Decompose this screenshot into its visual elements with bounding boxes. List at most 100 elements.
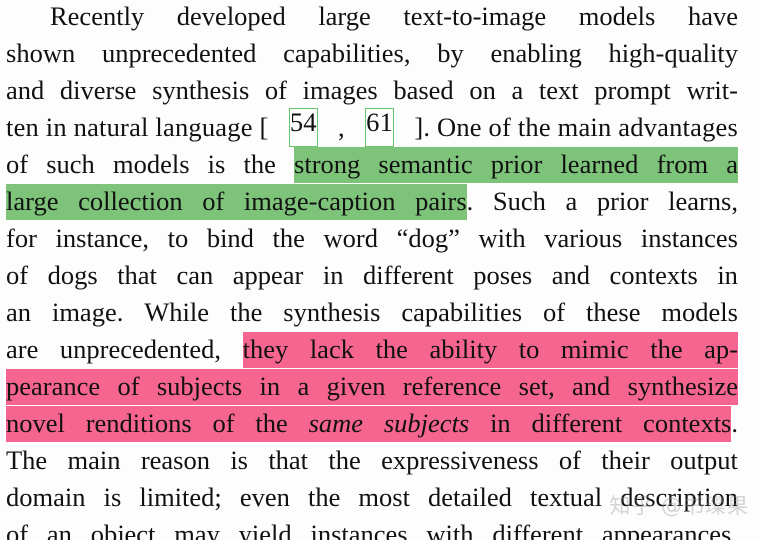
- word: appear: [232, 260, 304, 290]
- word: with: [426, 519, 474, 540]
- green-highlight-part-1: strong semantic prior learned from a: [294, 147, 739, 183]
- word: instances: [640, 223, 738, 253]
- word: in: [717, 260, 738, 290]
- word: main: [67, 445, 121, 475]
- word: poses: [473, 260, 533, 290]
- word: “dog”: [396, 223, 460, 253]
- word: image.: [51, 297, 124, 327]
- word: bind: [206, 223, 254, 253]
- word: text: [538, 75, 579, 105]
- word: enabling: [490, 38, 582, 68]
- word: of: [264, 75, 287, 105]
- word: and: [6, 75, 45, 105]
- word: contexts: [609, 260, 698, 290]
- word: prompt: [594, 75, 671, 105]
- word: large: [318, 1, 371, 31]
- text-line-6: large collection of image-caption pairs.…: [6, 183, 738, 220]
- word: with: [478, 223, 526, 253]
- text-line-10: are unprecedented, they lack the ability…: [6, 331, 738, 368]
- word: their: [601, 445, 650, 475]
- word: unprecedented: [101, 38, 257, 68]
- word: the: [328, 445, 361, 475]
- word: instances: [310, 519, 408, 540]
- word: capabilities: [401, 297, 523, 327]
- word: is: [230, 445, 248, 475]
- word: shown: [6, 38, 76, 68]
- word: instance,: [55, 223, 149, 253]
- word: that: [117, 260, 157, 290]
- word: have: [687, 1, 738, 31]
- word: The: [6, 445, 48, 475]
- word: for: [6, 223, 37, 253]
- word: developed: [176, 1, 286, 31]
- line4-pre: ten in natural language [: [6, 112, 269, 142]
- word: even: [239, 482, 290, 512]
- word: domain: [6, 482, 86, 512]
- word: of: [6, 260, 29, 290]
- word: dogs: [47, 260, 98, 290]
- citation-link-61[interactable]: 61: [365, 108, 395, 147]
- word: a: [511, 75, 524, 105]
- line4-post: ]. One of the main advantages: [414, 112, 738, 142]
- pink-highlight-part-1: they lack the ability to mimic the ap-: [242, 332, 738, 368]
- word: reason: [140, 445, 210, 475]
- pink-highlight-part-3: novel renditions of the same subjects in…: [6, 406, 732, 442]
- word: can: [176, 260, 214, 290]
- word: object: [90, 519, 156, 540]
- citation-separator: ,: [338, 112, 345, 142]
- line5-plain: of such models is the: [6, 149, 295, 179]
- word: and: [551, 260, 590, 290]
- text-line-3: and diverse synthesis of images based on…: [6, 72, 738, 109]
- word: textual: [530, 482, 603, 512]
- word: most: [358, 482, 410, 512]
- word: Recently: [50, 1, 145, 31]
- word: the: [307, 482, 341, 512]
- line12-pre: novel renditions of the: [6, 408, 309, 438]
- word: detailed: [428, 482, 512, 512]
- word: these: [586, 297, 641, 327]
- word: description: [620, 482, 738, 512]
- text-line-12: novel renditions of the same subjects in…: [6, 405, 738, 442]
- italic-same-subjects: same subjects: [308, 408, 470, 438]
- word: is: [103, 482, 122, 512]
- word: based: [393, 75, 454, 105]
- paper-page: Recently developed large text-to-image m…: [0, 0, 759, 540]
- word: of: [6, 519, 29, 540]
- word: in: [322, 260, 344, 290]
- text-line-13: The main reason is that the expressivene…: [6, 442, 738, 479]
- line6-after: . Such a prior learns,: [466, 186, 738, 216]
- word: of: [558, 445, 581, 475]
- word: different: [363, 260, 454, 290]
- word: While: [144, 297, 210, 327]
- word: by: [437, 38, 464, 68]
- word: an: [6, 297, 32, 327]
- word: synthesis: [152, 75, 250, 105]
- word: writ-: [686, 75, 738, 105]
- word: of: [543, 297, 566, 327]
- word: appearances.: [601, 519, 738, 540]
- word: high-quality: [608, 38, 738, 68]
- citation-link-54[interactable]: 54: [288, 108, 318, 147]
- text-line-15: of an object may yield instances with di…: [6, 516, 738, 540]
- word: the: [229, 297, 263, 327]
- word: different: [492, 519, 584, 540]
- text-line-9: an image. While the synthesis capabiliti…: [6, 294, 738, 331]
- word: text-to-image: [403, 1, 547, 31]
- text-line-2: shown unprecedented capabilities, by ena…: [6, 35, 738, 72]
- text-line-11: pearance of subjects in a given referenc…: [6, 368, 738, 405]
- word: synthesis: [283, 297, 381, 327]
- text-line-4: ten in natural language [ 54, 61 ]. One of …: [6, 108, 738, 147]
- line12-after: .: [731, 408, 738, 438]
- word: may: [174, 519, 220, 540]
- text-line-1: Recently developed large text-to-image m…: [6, 0, 738, 35]
- word: images: [302, 75, 378, 105]
- word: capabilities,: [283, 38, 411, 68]
- word: to: [167, 223, 189, 253]
- word: the: [272, 223, 305, 253]
- word: output: [670, 445, 738, 475]
- line12-post: in different contexts: [469, 408, 732, 438]
- pink-highlight-part-2: pearance of subjects in a given referenc…: [6, 369, 738, 405]
- text-line-14: domain is limited; even the most detaile…: [6, 479, 738, 516]
- word: models: [661, 297, 738, 327]
- word: expressiveness: [381, 445, 539, 475]
